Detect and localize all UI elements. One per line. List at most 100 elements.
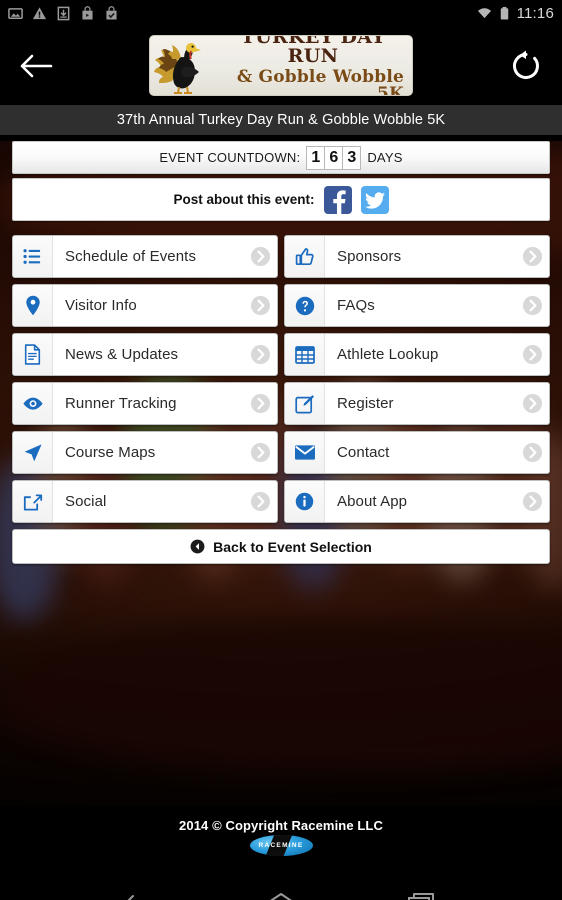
menu-sponsors[interactable]: Sponsors bbox=[284, 235, 550, 278]
event-countdown-bar: EVENT COUNTDOWN: 1 6 3 DAYS bbox=[12, 141, 550, 174]
chevron-right-icon bbox=[243, 295, 277, 316]
thumbs-up-icon bbox=[285, 236, 325, 277]
warning-icon bbox=[32, 6, 47, 19]
map-pin-icon bbox=[13, 285, 53, 326]
menu-item-label: Register bbox=[337, 395, 394, 412]
copyright-text: 2014 © Copyright Racemine LLC bbox=[179, 818, 383, 833]
chevron-right-icon bbox=[515, 393, 549, 414]
menu-social[interactable]: Social bbox=[12, 480, 278, 523]
menu-contact[interactable]: Contact bbox=[284, 431, 550, 474]
image-icon bbox=[8, 7, 23, 19]
nav-back-button[interactable] bbox=[112, 879, 168, 900]
header-refresh-button[interactable] bbox=[490, 26, 562, 105]
countdown-digit: 3 bbox=[342, 145, 362, 170]
chevron-right-icon bbox=[515, 344, 549, 365]
share-icon bbox=[13, 481, 53, 522]
menu-item-label: Athlete Lookup bbox=[337, 346, 439, 363]
nav-home-button[interactable] bbox=[253, 879, 309, 900]
header-back-button[interactable] bbox=[0, 26, 72, 105]
question-mark-icon bbox=[285, 285, 325, 326]
chevron-right-icon bbox=[515, 442, 549, 463]
menu-item-label: News & Updates bbox=[65, 346, 179, 363]
menu-visitor-info[interactable]: Visitor Info bbox=[12, 284, 278, 327]
menu-athlete-lookup[interactable]: Athlete Lookup bbox=[284, 333, 550, 376]
facebook-share-button[interactable] bbox=[323, 185, 352, 214]
chevron-right-icon bbox=[515, 295, 549, 316]
navigation-arrow-icon bbox=[13, 432, 53, 473]
play-store-check-icon bbox=[106, 5, 117, 19]
chevron-right-icon bbox=[515, 246, 549, 267]
back-circle-icon bbox=[190, 539, 205, 554]
status-bar-clock: 11:16 bbox=[516, 4, 554, 22]
page-title: 37th Annual Turkey Day Run & Gobble Wobb… bbox=[116, 112, 446, 128]
chevron-right-icon bbox=[515, 491, 549, 512]
menu-faqs[interactable]: FAQs bbox=[284, 284, 550, 327]
logo-line-2: & Gobble Wobble 5K bbox=[236, 67, 404, 96]
menu-item-label: Contact bbox=[337, 444, 390, 461]
back-button-label: Back to Event Selection bbox=[213, 538, 372, 555]
menu-item-label: Visitor Info bbox=[65, 297, 137, 314]
countdown-digit: 1 bbox=[306, 145, 326, 170]
countdown-unit: DAYS bbox=[367, 150, 403, 165]
menu-item-label: Social bbox=[65, 493, 107, 510]
twitter-icon bbox=[364, 191, 385, 209]
play-store-icon bbox=[82, 5, 93, 19]
facebook-icon bbox=[332, 189, 346, 214]
share-bar: Post about this event: bbox=[12, 178, 550, 221]
menu-item-label: FAQs bbox=[337, 297, 375, 314]
main-content: EVENT COUNTDOWN: 1 6 3 DAYS Post about t… bbox=[0, 141, 562, 806]
wifi-icon bbox=[477, 7, 491, 18]
logo-line-1: TURKEY DAY RUN bbox=[240, 35, 386, 67]
status-bar-system-icons: 11:16 bbox=[477, 5, 554, 22]
countdown-label: EVENT COUNTDOWN: bbox=[159, 150, 301, 165]
app-header: TURKEY DAY RUN & Gobble Wobble 5K bbox=[0, 26, 562, 105]
info-icon bbox=[285, 481, 325, 522]
twitter-share-button[interactable] bbox=[360, 185, 389, 214]
menu-item-label: About App bbox=[337, 493, 408, 510]
document-icon bbox=[13, 334, 53, 375]
battery-icon bbox=[500, 6, 508, 19]
eye-icon bbox=[13, 383, 53, 424]
event-logo-banner[interactable]: TURKEY DAY RUN & Gobble Wobble 5K bbox=[149, 35, 413, 96]
event-title-bar: 37th Annual Turkey Day Run & Gobble Wobb… bbox=[0, 105, 562, 135]
menu-item-label: Schedule of Events bbox=[65, 248, 197, 265]
menu-item-label: Sponsors bbox=[337, 248, 402, 265]
chevron-right-icon bbox=[243, 393, 277, 414]
list-icon bbox=[13, 236, 53, 277]
event-logo-text: TURKEY DAY RUN & Gobble Wobble 5K bbox=[216, 35, 412, 96]
chevron-right-icon bbox=[243, 491, 277, 512]
back-to-event-selection-button[interactable]: Back to Event Selection bbox=[12, 529, 550, 564]
edit-pencil-icon bbox=[285, 383, 325, 424]
android-navigation-bar bbox=[0, 868, 562, 900]
menu-news-and-updates[interactable]: News & Updates bbox=[12, 333, 278, 376]
app-footer: 2014 © Copyright Racemine LLC RACEMINE bbox=[0, 806, 562, 868]
menu-item-label: Runner Tracking bbox=[65, 395, 177, 412]
refresh-icon bbox=[513, 50, 539, 79]
android-status-bar: 11:16 bbox=[0, 0, 562, 26]
app-screen: 11:16 TURKEY DAY RUN & Gobble Wobble 5K … bbox=[0, 0, 562, 900]
nav-home-icon bbox=[270, 893, 292, 900]
menu-item-label: Course Maps bbox=[65, 444, 156, 461]
menu-schedule-of-events[interactable]: Schedule of Events bbox=[12, 235, 278, 278]
share-label: Post about this event: bbox=[173, 192, 315, 207]
status-bar-notification-icons bbox=[8, 5, 119, 21]
menu-about-app[interactable]: About App bbox=[284, 480, 550, 523]
chevron-right-icon bbox=[243, 246, 277, 267]
menu-register[interactable]: Register bbox=[284, 382, 550, 425]
racemine-logo-text: RACEMINE bbox=[258, 842, 304, 849]
back-arrow-icon bbox=[20, 54, 53, 77]
racemine-logo: RACEMINE bbox=[249, 835, 313, 856]
countdown-digit: 6 bbox=[324, 145, 344, 170]
envelope-icon bbox=[285, 432, 325, 473]
menu-course-maps[interactable]: Course Maps bbox=[12, 431, 278, 474]
turkey-icon bbox=[154, 42, 201, 94]
nav-recents-button[interactable] bbox=[394, 879, 450, 900]
chevron-right-icon bbox=[243, 442, 277, 463]
menu-runner-tracking[interactable]: Runner Tracking bbox=[12, 382, 278, 425]
countdown-digits: 1 6 3 bbox=[306, 145, 362, 170]
nav-recents-icon bbox=[407, 893, 434, 900]
content-panels: EVENT COUNTDOWN: 1 6 3 DAYS Post about t… bbox=[0, 141, 562, 564]
nav-back-icon bbox=[127, 895, 135, 900]
download-icon bbox=[57, 6, 70, 20]
menu-grid: Schedule of Events Sponsors Visitor Info… bbox=[12, 235, 550, 523]
